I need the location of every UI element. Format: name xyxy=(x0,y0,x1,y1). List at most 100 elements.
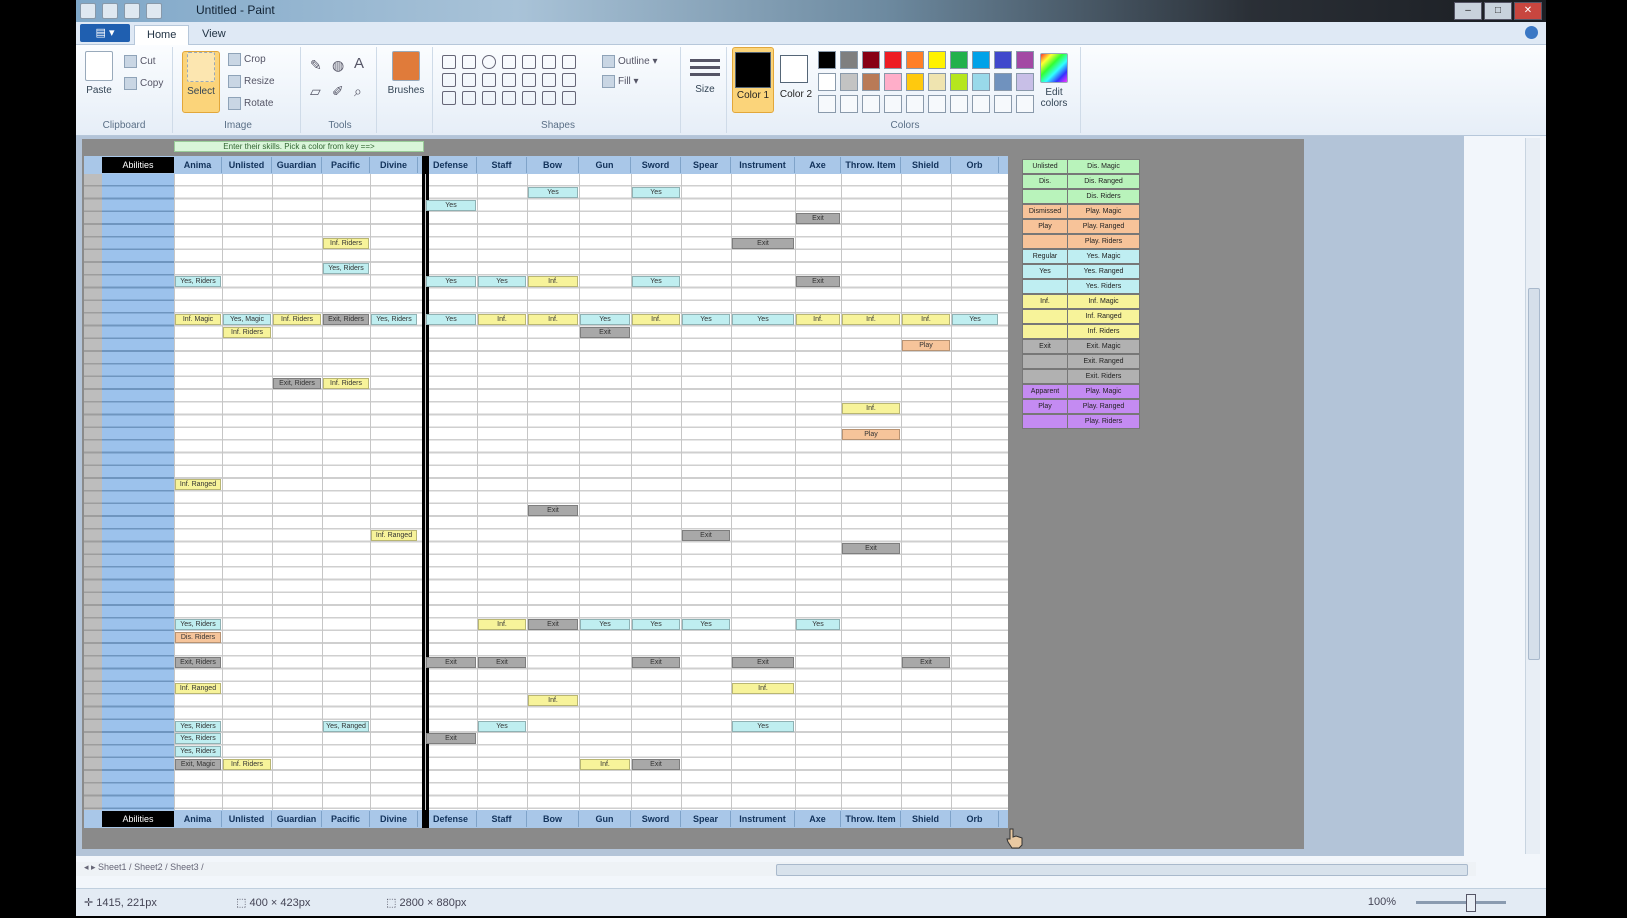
marked-cell: Inf. Ranged xyxy=(371,530,417,542)
rectangle-shape-icon[interactable] xyxy=(502,55,516,69)
right-arrow-shape-icon[interactable] xyxy=(522,73,536,87)
close-button[interactable]: ✕ xyxy=(1514,2,1542,20)
save-icon[interactable] xyxy=(102,3,118,19)
color-picker-icon[interactable]: ✐ xyxy=(332,83,344,100)
palette-swatch[interactable] xyxy=(818,73,836,91)
pencil-icon[interactable]: ✎ xyxy=(310,57,322,74)
palette-swatch[interactable] xyxy=(950,51,968,69)
palette-swatch[interactable] xyxy=(840,73,858,91)
palette-swatch[interactable] xyxy=(994,73,1012,91)
palette-swatch[interactable] xyxy=(906,73,924,91)
palette-swatch[interactable] xyxy=(928,73,946,91)
tab-home[interactable]: Home xyxy=(134,25,190,45)
palette-empty-swatch[interactable] xyxy=(950,95,968,113)
polygon-shape-icon[interactable] xyxy=(542,55,556,69)
right-triangle-shape-icon[interactable] xyxy=(442,73,456,87)
tab-view[interactable]: View xyxy=(190,25,238,44)
maximize-button[interactable]: □ xyxy=(1484,2,1512,20)
color1-button[interactable]: Color 1 xyxy=(732,47,774,113)
marked-cell: Inf. xyxy=(528,276,578,288)
column-footer-throw-item: Throw. Item xyxy=(841,811,901,827)
cut-button[interactable]: Cut xyxy=(124,55,156,68)
pentagon-shape-icon[interactable] xyxy=(482,73,496,87)
palette-empty-swatch[interactable] xyxy=(994,95,1012,113)
palette-swatch[interactable] xyxy=(972,51,990,69)
palette-empty-swatch[interactable] xyxy=(972,95,990,113)
minimize-button[interactable]: – xyxy=(1454,2,1482,20)
help-icon[interactable] xyxy=(1525,26,1538,39)
line-shape-icon[interactable] xyxy=(442,55,456,69)
brushes-button[interactable]: Brushes xyxy=(386,51,426,96)
vertical-scroll-thumb[interactable] xyxy=(1528,288,1540,660)
triangle-shape-icon[interactable] xyxy=(562,55,576,69)
marked-cell: Exit xyxy=(478,657,526,669)
column-header-divine: Divine xyxy=(370,157,418,173)
palette-empty-swatch[interactable] xyxy=(906,95,924,113)
edit-colors-button[interactable]: Edit colors xyxy=(1032,53,1076,109)
palette-swatch[interactable] xyxy=(862,73,880,91)
clipboard-group: Paste Cut Copy Clipboard xyxy=(76,47,173,133)
sheet-tabs: ◂ ▸ Sheet1 / Sheet2 / Sheet3 / xyxy=(84,862,204,872)
curve-shape-icon[interactable] xyxy=(462,55,476,69)
color2-button[interactable]: Color 2 xyxy=(776,51,816,111)
legend-value: Play. Magic xyxy=(1085,208,1122,215)
left-arrow-shape-icon[interactable] xyxy=(542,73,556,87)
zoom-slider[interactable] xyxy=(1416,901,1506,904)
palette-empty-swatch[interactable] xyxy=(884,95,902,113)
palette-swatch[interactable] xyxy=(840,51,858,69)
rotate-button[interactable]: Rotate xyxy=(228,97,273,110)
hexagon-shape-icon[interactable] xyxy=(502,73,516,87)
oval-shape-icon[interactable] xyxy=(482,55,496,69)
marked-cell: Yes xyxy=(732,720,794,732)
palette-swatch[interactable] xyxy=(994,51,1012,69)
copy-button[interactable]: Copy xyxy=(124,77,163,90)
legend-row: Play. Riders xyxy=(1022,414,1140,429)
fill-icon[interactable]: ◍ xyxy=(332,57,344,74)
palette-swatch[interactable] xyxy=(884,73,902,91)
rounded-rectangle-shape-icon[interactable] xyxy=(522,55,536,69)
undo-icon[interactable] xyxy=(124,3,140,19)
palette-swatch[interactable] xyxy=(818,51,836,69)
four-point-star-shape-icon[interactable] xyxy=(462,91,476,105)
text-icon[interactable]: A xyxy=(354,55,364,72)
legend-key: Unlisted xyxy=(1023,160,1068,173)
drawing-canvas[interactable]: Enter their skills. Pick a color from ke… xyxy=(82,139,1304,849)
oval-callout-shape-icon[interactable] xyxy=(542,91,556,105)
palette-swatch[interactable] xyxy=(972,73,990,91)
palette-swatch[interactable] xyxy=(884,51,902,69)
up-arrow-shape-icon[interactable] xyxy=(562,73,576,87)
redo-icon[interactable] xyxy=(146,3,162,19)
app-menu-icon[interactable] xyxy=(80,3,96,19)
select-button[interactable]: Select xyxy=(182,51,220,113)
palette-swatch[interactable] xyxy=(906,51,924,69)
down-arrow-shape-icon[interactable] xyxy=(442,91,456,105)
callout-shape-icon[interactable] xyxy=(522,91,536,105)
outline-dropdown[interactable]: Outline ▾ xyxy=(602,55,658,68)
five-point-star-shape-icon[interactable] xyxy=(482,91,496,105)
eraser-icon[interactable]: ▱ xyxy=(310,83,321,100)
horizontal-scrollbar[interactable] xyxy=(76,862,1476,876)
six-point-star-shape-icon[interactable] xyxy=(502,91,516,105)
marked-cell: Yes, Riders xyxy=(175,746,221,757)
palette-empty-swatch[interactable] xyxy=(840,95,858,113)
diamond-shape-icon[interactable] xyxy=(462,73,476,87)
zoom-slider-thumb[interactable] xyxy=(1466,894,1476,912)
palette-swatch[interactable] xyxy=(928,51,946,69)
palette-empty-swatch[interactable] xyxy=(818,95,836,113)
paste-button[interactable]: Paste xyxy=(82,51,116,96)
crop-button[interactable]: Crop xyxy=(228,53,266,66)
fill-dropdown[interactable]: Fill ▾ xyxy=(602,75,639,88)
marked-cell: Inf. xyxy=(580,758,630,770)
magnifier-icon[interactable]: ⌕ xyxy=(354,83,362,100)
resize-button[interactable]: Resize xyxy=(228,75,275,88)
palette-empty-swatch[interactable] xyxy=(862,95,880,113)
horizontal-scroll-thumb[interactable] xyxy=(776,864,1468,876)
size-button[interactable]: Size xyxy=(688,55,722,95)
palette-empty-swatch[interactable] xyxy=(928,95,946,113)
palette-swatch[interactable] xyxy=(862,51,880,69)
marked-cell: Play xyxy=(842,428,900,440)
vertical-scrollbar[interactable] xyxy=(1525,138,1540,854)
paint-menu-button[interactable]: ▤ ▾ xyxy=(80,24,130,42)
palette-swatch[interactable] xyxy=(950,73,968,91)
heart-shape-icon[interactable] xyxy=(562,91,576,105)
